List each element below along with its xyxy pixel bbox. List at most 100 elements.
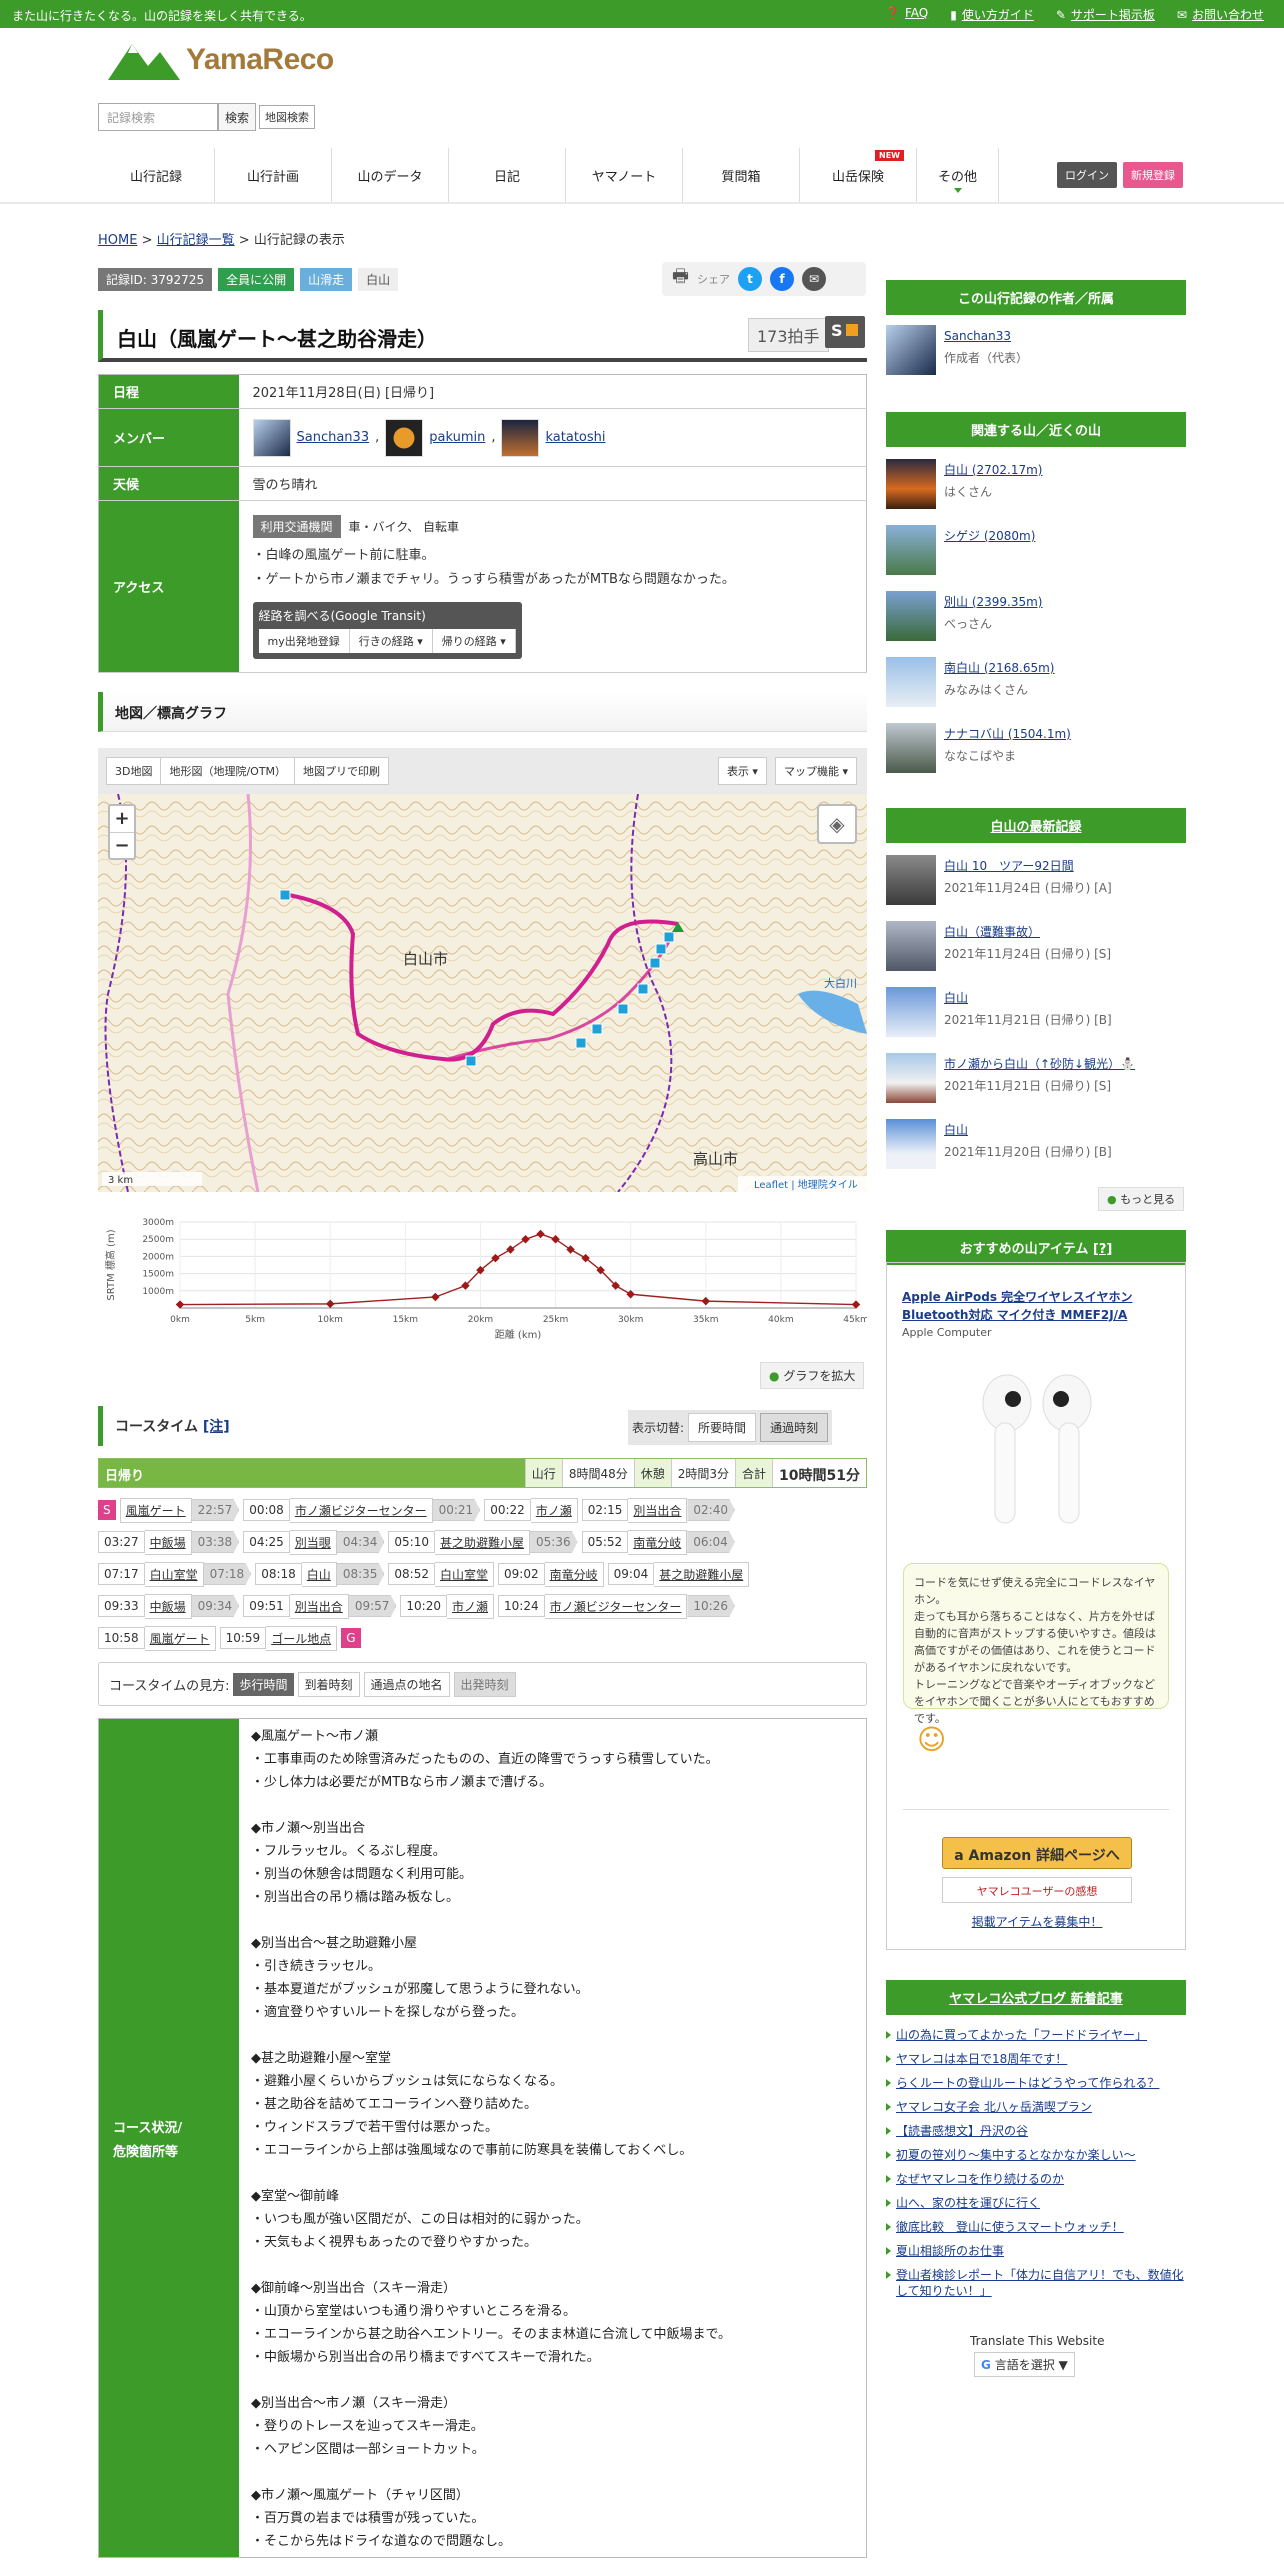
recruit-items-link[interactable]: 掲載アイテムを募集中！ xyxy=(972,1915,1103,1929)
blog-link[interactable]: 登山者検診レポート「体力に自信アリ！でも、数値化して知りたい！」 xyxy=(896,2268,1184,2298)
place-link[interactable]: 別当覗 xyxy=(295,1536,331,1550)
record-link[interactable]: 白山（遭難事故） xyxy=(944,925,1040,939)
member-link[interactable]: katatoshi xyxy=(545,430,605,445)
contact-link[interactable]: ✉ お問い合わせ xyxy=(1177,6,1264,23)
record-thumbnail[interactable] xyxy=(886,1119,936,1169)
blog-link[interactable]: 【読書感想文】丹沢の谷 xyxy=(896,2124,1028,2138)
nav-diary[interactable]: 日記 xyxy=(449,148,566,202)
place-link[interactable]: 市ノ瀬 xyxy=(536,1504,572,1518)
mountain-thumbnail[interactable] xyxy=(886,723,936,773)
record-link[interactable]: 市ノ瀬から白山（↑砂防↓観光）⛄ xyxy=(944,1057,1135,1071)
zoom-out-button[interactable]: − xyxy=(110,832,134,858)
avatar[interactable] xyxy=(501,418,540,457)
related-link[interactable]: 南白山 (2168.65m) xyxy=(944,661,1055,675)
3d-map-button[interactable]: 3D地図 xyxy=(106,757,162,785)
display-dropdown[interactable]: 表示 ▾ xyxy=(717,757,767,785)
place-link[interactable]: 甚之助避難小屋 xyxy=(440,1536,524,1550)
user-impression-button[interactable]: ヤマレコユーザーの感想 xyxy=(942,1877,1132,1903)
search-button[interactable]: 検索 xyxy=(218,103,257,131)
place-link[interactable]: 別当出合 xyxy=(295,1600,343,1614)
blog-title[interactable]: ヤマレコ公式ブログ 新着記事 xyxy=(886,1980,1186,2015)
place-link[interactable]: 市ノ瀬ビジターセンター xyxy=(295,1504,427,1518)
record-thumbnail[interactable] xyxy=(886,855,936,905)
place-link[interactable]: 市ノ瀬 xyxy=(452,1600,488,1614)
member-link[interactable]: pakumin xyxy=(429,430,485,445)
enlarge-graph-button[interactable]: ● グラフを拡大 xyxy=(760,1362,865,1389)
record-link[interactable]: 白山 xyxy=(944,1123,968,1137)
more-button[interactable]: ● もっと見る xyxy=(1098,1187,1185,1211)
related-link[interactable]: 別山 (2399.35m) xyxy=(944,595,1043,609)
place-link[interactable]: 白山室堂 xyxy=(440,1568,488,1582)
record-search-input[interactable]: 記録検索 xyxy=(98,103,218,131)
print-map-button[interactable]: 地図プリで印刷 xyxy=(294,757,390,785)
breadcrumb-list[interactable]: 山行記録一覧 xyxy=(157,233,235,248)
area-badge[interactable]: 白山 xyxy=(358,268,399,291)
avatar[interactable] xyxy=(886,325,936,375)
record-thumbnail[interactable] xyxy=(886,987,936,1037)
place-link[interactable]: 南竜分岐 xyxy=(633,1536,681,1550)
related-link[interactable]: シゲジ (2080m) xyxy=(944,529,1035,543)
place-link[interactable]: 中飯場 xyxy=(150,1536,186,1550)
blog-link[interactable]: らくルートの登山ルートはどうやって作られる？ xyxy=(896,2076,1159,2090)
avatar[interactable] xyxy=(252,418,291,457)
member-link[interactable]: Sanchan33 xyxy=(297,430,370,445)
nav-plans[interactable]: 山行計画 xyxy=(215,148,332,202)
place-link[interactable]: 白山室堂 xyxy=(150,1568,198,1582)
blog-link[interactable]: 初夏の笹刈り～集中するとなかなか楽しい～ xyxy=(896,2148,1136,2162)
mountain-thumbnail[interactable] xyxy=(886,657,936,707)
topo-map-button[interactable]: 地形図（地理院/OTM） xyxy=(160,757,296,785)
author-link[interactable]: Sanchan33 xyxy=(944,329,1011,343)
route-map[interactable]: 白山市 高山市 大白川 3 km Leaflet | 地理院タイル + − ◈ xyxy=(98,794,867,1192)
nav-other[interactable]: その他 xyxy=(917,148,999,202)
place-link[interactable]: 中飯場 xyxy=(150,1600,186,1614)
map-search-button[interactable]: 地図検索 xyxy=(259,105,316,129)
mountain-thumbnail[interactable] xyxy=(886,525,936,575)
item-help-link[interactable]: [?] xyxy=(1093,1242,1112,1257)
outbound-route-button[interactable]: 行きの経路 ▾ xyxy=(349,628,433,653)
map-attribution[interactable]: Leaflet | 地理院タイル xyxy=(754,1178,858,1191)
place-link[interactable]: 白山 xyxy=(307,1568,331,1582)
blog-link[interactable]: ヤマレコ女子会 北八ヶ岳満喫プラン xyxy=(896,2100,1092,2114)
place-link[interactable]: 甚之助避難小屋 xyxy=(659,1568,743,1582)
record-link[interactable]: 白山 xyxy=(944,991,968,1005)
avatar[interactable] xyxy=(385,418,424,457)
language-select[interactable]: G 言語を選択 ▼ xyxy=(974,2352,1075,2377)
map-functions-dropdown[interactable]: マップ機能 ▾ xyxy=(774,757,857,785)
airpods-image[interactable] xyxy=(967,1363,1107,1543)
latest-title-link[interactable]: 白山の最新記録 xyxy=(990,820,1081,835)
logo[interactable]: YamaReco xyxy=(108,40,334,80)
toggle-duration[interactable]: 所要時間 xyxy=(688,1413,757,1442)
course-note-link[interactable]: [注] xyxy=(203,1419,230,1435)
login-button[interactable]: ログイン xyxy=(1057,162,1117,188)
place-link[interactable]: 別当出合 xyxy=(633,1504,681,1518)
mail-share-icon[interactable]: ✉ xyxy=(802,267,826,291)
blog-link[interactable]: 夏山相談所のお仕事 xyxy=(896,2244,1004,2258)
nav-insurance[interactable]: 山岳保険 NEW xyxy=(800,148,917,202)
facebook-icon[interactable]: f xyxy=(770,267,794,291)
mountain-thumbnail[interactable] xyxy=(886,459,936,509)
related-link[interactable]: ナナコバ山 (1504.1m) xyxy=(944,727,1071,741)
likes-count[interactable]: 173拍手 xyxy=(748,318,829,352)
blog-link[interactable]: 山へ、家の柱を運びに行く xyxy=(896,2196,1040,2210)
product-link[interactable]: Apple AirPods 完全ワイヤレスイヤホン Bluetooth対応 マイ… xyxy=(902,1288,1172,1324)
blog-link[interactable]: 徹底比較 登山に使うスマートウォッチ！ xyxy=(896,2220,1124,2234)
signup-button[interactable]: 新規登録 xyxy=(1123,162,1183,188)
record-link[interactable]: 白山 10 ツアー92日間 xyxy=(944,859,1074,873)
amazon-button[interactable]: a Amazon 詳細ページへ xyxy=(942,1837,1132,1869)
register-origin-button[interactable]: my出発地登録 xyxy=(258,628,350,653)
nav-yamanote[interactable]: ヤマノート xyxy=(566,148,683,202)
blog-link[interactable]: なぜヤマレコを作り続けるのか xyxy=(896,2172,1064,2186)
category-badge[interactable]: 山滑走 xyxy=(300,268,353,291)
blog-link[interactable]: ヤマレコは本日で18周年です！ xyxy=(896,2052,1067,2066)
print-icon[interactable]: 🖶 xyxy=(672,264,689,294)
nav-records[interactable]: 山行記録 xyxy=(98,148,215,202)
record-thumbnail[interactable] xyxy=(886,921,936,971)
toggle-passing-time[interactable]: 通過時刻 xyxy=(760,1413,829,1442)
nav-mountain-data[interactable]: 山のデータ xyxy=(332,148,449,202)
support-link[interactable]: ✎ サポート掲示板 xyxy=(1056,6,1155,23)
related-link[interactable]: 白山 (2702.17m) xyxy=(944,463,1043,477)
twitter-icon[interactable]: t xyxy=(738,267,762,291)
faq-link[interactable]: ❓ FAQ xyxy=(885,6,928,23)
nav-questions[interactable]: 質問箱 xyxy=(683,148,800,202)
place-link[interactable]: 南竜分岐 xyxy=(550,1568,598,1582)
